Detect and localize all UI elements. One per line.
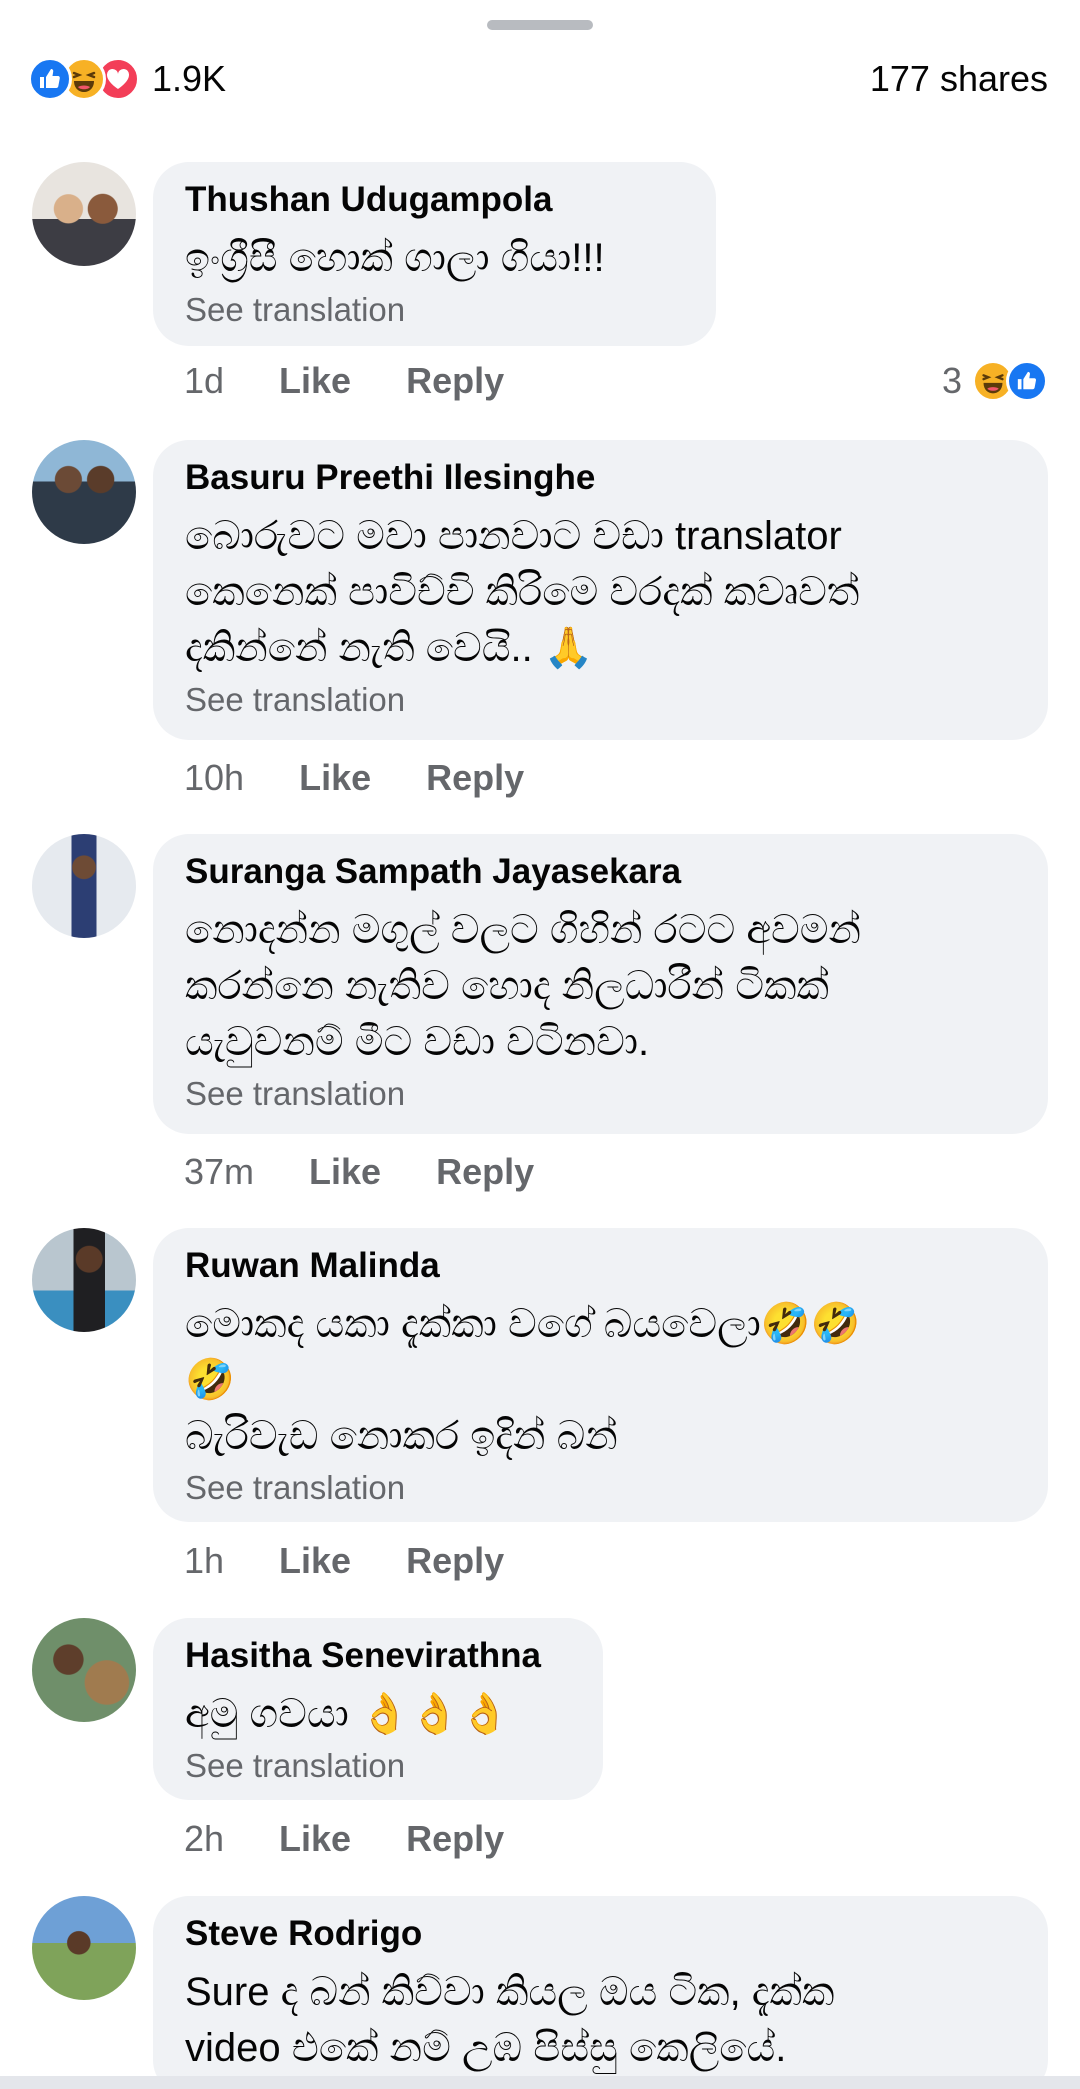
comment-author[interactable]: Suranga Sampath Jayasekara [185,850,1016,894]
comment-time[interactable]: 1d [184,360,224,402]
reactions-bar: 1.9K 177 shares [0,50,1080,106]
comment-time[interactable]: 1h [184,1540,224,1582]
comment-bubble: Hasitha Senevirathna අමු ගවයා 👌👌👌 See tr… [153,1618,603,1800]
avatar[interactable] [32,834,136,938]
comment-bubble: Steve Rodrigo Sure ද බන් කිව්වා කියල ඔය … [153,1896,1048,2089]
comment-text: Sure ද බන් කිව්වා කියල ඔය ටික, දැක්ක vid… [185,1964,1016,2076]
comment-line: බොරුවට මවා පානවාට වඩා translator [185,514,842,558]
comment-text: නොදන්න මගුල් වලට ගිහින් රටට අවමන් කරන්නෙ… [185,902,1016,1070]
see-translation-link[interactable]: See translation [185,678,1016,722]
comment-time[interactable]: 37m [184,1151,254,1193]
reply-button[interactable]: Reply [406,1818,504,1860]
reply-button[interactable]: Reply [426,757,524,799]
comment-line: ඉංග්‍රීසී හොක් ගාලා ගියා!!! [185,236,605,280]
comment-line: නොදන්න මගුල් වලට ගිහින් රටට අවමන් [185,908,861,952]
like-icon [28,57,72,101]
comment-line: Sure ද බන් කිව්වා කියල ඔය ටික, දැක්ක [185,1970,835,2014]
comment-actions: 37m Like Reply [184,1151,589,1193]
reaction-summary[interactable]: 1.9K [28,56,226,102]
comment-author[interactable]: Hasitha Senevirathna [185,1634,571,1678]
comment-text: ඉංග්‍රීසී හොක් ගාලා ගියා!!! [185,230,684,286]
comment-text: මොකද යකා දැක්කා වගේ බයවෙලා🤣🤣 🤣 බැරිවැඩ න… [185,1296,1016,1464]
comment-line: video එකේ නම් උඹ පිස්සු කෙලියේ. [185,2026,787,2070]
comment-reaction-count: 3 [941,360,962,401]
comment-actions: 2h Like Reply [184,1818,559,1860]
comment-bubble: Suranga Sampath Jayasekara නොදන්න මගුල් … [153,834,1048,1134]
comment-line: දකින්නේ නැති වෙයි.. 🙏 [185,626,594,670]
comment-actions: 10h Like Reply [184,757,579,799]
comment-line: යැවුවනම් මීට වඩා වටිනවා. [185,1020,650,1064]
like-icon [1006,360,1048,402]
avatar[interactable] [32,440,136,544]
like-button[interactable]: Like [299,757,371,799]
see-translation-link[interactable]: See translation [185,1744,571,1788]
like-button[interactable]: Like [279,1818,351,1860]
like-button[interactable]: Like [279,360,351,402]
comment-line: බැරිවැඩ නොකර ඉදින් බන් [185,1414,618,1458]
comment-time[interactable]: 2h [184,1818,224,1860]
comment-line: කෙනෙක් පාවිච්චි කිරිමෙ වරදක් කවෘවත් [185,570,860,614]
comment-bubble: Thushan Udugampola ඉංග්‍රීසී හොක් ගාලා ග… [153,162,716,346]
avatar[interactable] [32,1228,136,1332]
see-translation-link[interactable]: See translation [185,1466,1016,1510]
comment-actions: 1d Like Reply [184,360,559,402]
comment-bubble: Ruwan Malinda මොකද යකා දැක්කා වගේ බයවෙලා… [153,1228,1048,1522]
reaction-count: 1.9K [152,58,227,99]
comment-text: අමු ගවයා 👌👌👌 [185,1686,571,1742]
comment-line: කරන්නෙ නැතිව හොද නිලධාරීන් ටිකක් [185,964,829,1008]
see-translation-link[interactable]: See translation [185,288,684,332]
comment-author[interactable]: Ruwan Malinda [185,1244,1016,1288]
comment-reactions[interactable]: 3 [942,360,1048,402]
comment-time[interactable]: 10h [184,757,244,799]
comment-actions: 1h Like Reply [184,1540,559,1582]
comment-author[interactable]: Thushan Udugampola [185,178,684,222]
comment-line: මොකද යකා දැක්කා වගේ බයවෙලා🤣🤣 [185,1302,861,1346]
comment-bubble: Basuru Preethi Ilesinghe බොරුවට මවා පානව… [153,440,1048,740]
reply-button[interactable]: Reply [406,1540,504,1582]
shares-count[interactable]: 177 shares [870,58,1048,100]
see-translation-link[interactable]: See translation [185,1072,1016,1116]
comment-author[interactable]: Steve Rodrigo [185,1912,1016,1956]
like-button[interactable]: Like [279,1540,351,1582]
avatar[interactable] [32,1618,136,1722]
reply-button[interactable]: Reply [436,1151,534,1193]
reply-button[interactable]: Reply [406,360,504,402]
like-button[interactable]: Like [309,1151,381,1193]
drag-handle[interactable] [487,20,593,30]
bottom-divider [0,2076,1080,2089]
avatar[interactable] [32,162,136,266]
comment-line: 🤣 [185,1358,235,1402]
comment-line: අමු ගවයා 👌👌👌 [185,1692,510,1736]
avatar[interactable] [32,1896,136,2000]
comment-author[interactable]: Basuru Preethi Ilesinghe [185,456,1016,500]
comment-text: බොරුවට මවා පානවාට වඩා translator කෙනෙක් … [185,508,1016,676]
